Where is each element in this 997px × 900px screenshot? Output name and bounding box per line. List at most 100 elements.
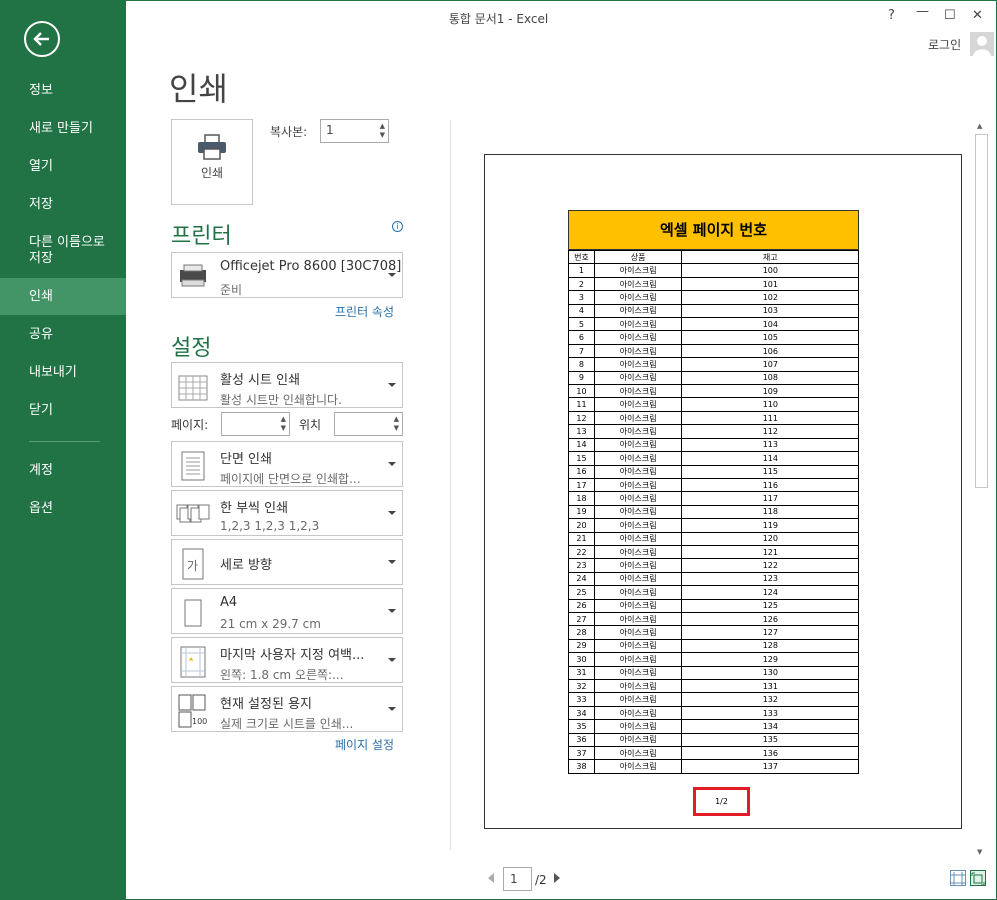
- table-row: 1 아이스크림 100: [568, 263, 859, 278]
- row-number-cell: 30: [568, 652, 595, 667]
- stock-cell: 131: [681, 678, 859, 694]
- print-button[interactable]: 인쇄: [171, 119, 253, 205]
- one-sided-page-icon: [181, 451, 205, 481]
- nav-share[interactable]: 공유: [0, 327, 126, 343]
- scaling-icon: 100: [178, 694, 207, 728]
- scaling-desc: 실제 크기로 시트를 인쇄...: [220, 717, 354, 731]
- table-row: 15 아이스크림 114: [568, 451, 859, 466]
- table-row: 6 아이스크림 105: [568, 330, 859, 345]
- spin-arrows-icon[interactable]: ▲ ▼: [394, 415, 399, 433]
- page-title: 인쇄: [169, 70, 228, 108]
- row-number-cell: 28: [568, 625, 595, 640]
- avatar[interactable]: [970, 32, 994, 56]
- product-cell: 아이스크림: [593, 410, 683, 426]
- row-number-cell: 8: [568, 357, 595, 372]
- orientation-select[interactable]: 가 세로 방향: [171, 539, 403, 585]
- page-setup-link[interactable]: 페이지 설정: [335, 736, 394, 753]
- product-cell: 아이스크림: [593, 330, 683, 345]
- maximize-button[interactable]: ☐: [944, 8, 956, 23]
- spin-arrows-icon[interactable]: ▲ ▼: [281, 415, 286, 433]
- row-number-cell: 15: [568, 451, 595, 466]
- row-number-cell: 32: [568, 678, 595, 694]
- row-number-cell: 33: [568, 692, 595, 707]
- row-number-cell: 17: [568, 477, 595, 493]
- header-cell: 번호: [568, 249, 595, 265]
- row-number-cell: 12: [568, 410, 595, 426]
- scaling-select[interactable]: 100 현재 설정된 용지 실제 크기로 시트를 인쇄...: [171, 686, 403, 732]
- stock-cell: 106: [681, 343, 859, 359]
- product-cell: 아이스크림: [593, 357, 683, 372]
- stock-cell: 107: [681, 357, 859, 372]
- stock-cell: 105: [681, 330, 859, 345]
- table-row: 17 아이스크림 116: [568, 477, 859, 493]
- product-cell: 아이스크림: [593, 585, 683, 600]
- scrollbar-thumb[interactable]: [975, 134, 988, 488]
- nav-info[interactable]: 정보: [0, 83, 126, 99]
- current-page-input[interactable]: 1: [503, 867, 532, 891]
- nav-new[interactable]: 새로 만들기: [0, 121, 126, 137]
- preview-scrollbar[interactable]: ▲ ▼: [974, 120, 989, 860]
- printer-status: 준비: [220, 283, 243, 297]
- row-number-cell: 27: [568, 611, 595, 627]
- nav-export[interactable]: 내보내기: [0, 365, 126, 381]
- copies-stepper[interactable]: 1 ▲ ▼: [320, 119, 389, 143]
- header-cell: 상품: [593, 249, 683, 265]
- chevron-down-icon: [388, 273, 396, 277]
- margins-select[interactable]: 마지막 사용자 지정 여백... 왼쪽: 1.8 cm 오른쪽:...: [171, 637, 403, 683]
- sides-select[interactable]: 단면 인쇄 페이지에 단면으로 인쇄합...: [171, 441, 403, 487]
- show-margins-button[interactable]: [950, 870, 966, 886]
- printer-select[interactable]: Officejet Pro 8600 [30C708] 준비: [171, 252, 403, 298]
- scroll-up-icon[interactable]: ▲: [977, 122, 982, 130]
- product-cell: 아이스크림: [593, 732, 683, 748]
- print-what-desc: 활성 시트만 인쇄합니다.: [220, 393, 342, 407]
- close-button[interactable]: ✕: [972, 8, 983, 23]
- product-cell: 아이스크림: [593, 544, 683, 560]
- spin-arrows-icon[interactable]: ▲ ▼: [380, 122, 385, 140]
- margins-icon: [180, 646, 206, 678]
- nav-print[interactable]: 인쇄: [0, 278, 126, 315]
- stock-cell: 120: [681, 531, 859, 546]
- print-what-select[interactable]: 활성 시트 인쇄 활성 시트만 인쇄합니다.: [171, 362, 403, 408]
- nav-account[interactable]: 계정: [0, 463, 126, 479]
- pages-to-input[interactable]: ▲ ▼: [334, 412, 403, 436]
- product-cell: 아이스크림: [593, 665, 683, 681]
- stock-cell: 122: [681, 558, 859, 573]
- info-icon[interactable]: i: [392, 221, 403, 232]
- help-button[interactable]: ?: [888, 8, 895, 23]
- nav-close[interactable]: 닫기: [0, 403, 126, 419]
- table-row: 30 아이스크림 129: [568, 652, 859, 667]
- nav-save[interactable]: 저장: [0, 197, 126, 213]
- product-cell: 아이스크림: [593, 611, 683, 627]
- row-number-cell: 37: [568, 746, 595, 761]
- scaling-title: 현재 설정된 용지: [220, 697, 312, 712]
- page-number-footer: 1/2: [693, 787, 750, 816]
- stock-cell: 125: [681, 598, 859, 613]
- nav-save-as[interactable]: 다른 이름으로 저장: [0, 235, 126, 267]
- sides-title: 단면 인쇄: [220, 452, 272, 467]
- svg-text:가: 가: [187, 559, 198, 573]
- printer-properties-link[interactable]: 프린터 속성: [335, 303, 394, 320]
- row-number-cell: 18: [568, 491, 595, 506]
- prev-page-icon[interactable]: [488, 873, 494, 883]
- copies-label: 복사본:: [270, 125, 308, 139]
- paper-size-select[interactable]: A4 21 cm x 29.7 cm: [171, 588, 403, 634]
- scroll-down-icon[interactable]: ▼: [977, 848, 982, 856]
- pages-from-input[interactable]: ▲ ▼: [221, 412, 290, 436]
- product-cell: 아이스크림: [593, 290, 683, 305]
- margins-title: 마지막 사용자 지정 여백...: [220, 648, 365, 663]
- nav-options[interactable]: 옵션: [0, 501, 126, 517]
- minimize-button[interactable]: —: [916, 4, 929, 19]
- total-pages: /2: [535, 873, 547, 887]
- login-link[interactable]: 로그인: [928, 36, 961, 53]
- row-number-cell: 35: [568, 719, 595, 734]
- table-row: 19 아이스크림 118: [568, 504, 859, 520]
- nav-open[interactable]: 열기: [0, 159, 126, 175]
- table-header-row: 번호 상품 재고: [568, 249, 859, 265]
- table-row: 14 아이스크림 113: [568, 437, 859, 453]
- zoom-to-page-button[interactable]: [970, 870, 986, 886]
- collate-select[interactable]: 한 부씩 인쇄 1,2,3 1,2,3 1,2,3: [171, 490, 403, 536]
- row-number-cell: 1: [568, 263, 595, 278]
- next-page-icon[interactable]: [554, 873, 560, 883]
- table-row: 33 아이스크림 132: [568, 692, 859, 707]
- stock-cell: 129: [681, 652, 859, 667]
